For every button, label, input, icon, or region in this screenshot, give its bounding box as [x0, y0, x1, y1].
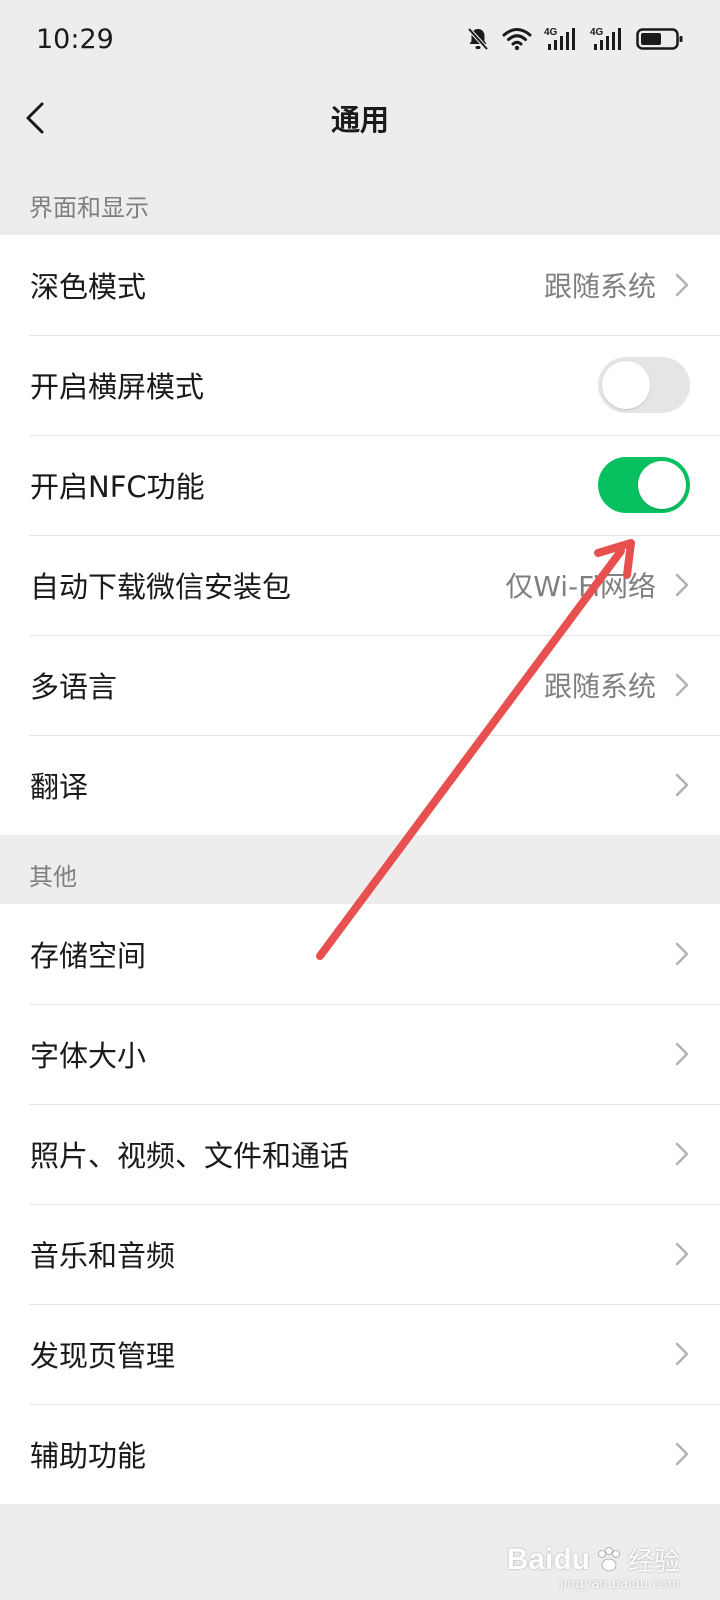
section-header-other: 其他	[29, 863, 77, 891]
row-label: 发现页管理	[30, 1339, 176, 1373]
row-label: 开启NFC功能	[30, 470, 205, 504]
nfc-toggle[interactable]	[598, 457, 690, 513]
row-font-size[interactable]: 字体大小	[0, 1004, 720, 1104]
chevron-right-icon	[675, 1142, 689, 1166]
settings-group-other: 存储空间 字体大小 照片、视频、文件和通话 音乐和音频 发现页管理 辅助功能	[0, 904, 720, 1504]
nav-bar: 通用	[0, 78, 720, 158]
row-value: 跟随系统	[543, 270, 656, 303]
chevron-left-icon	[26, 102, 44, 134]
chevron-right-icon	[675, 1042, 689, 1066]
svg-text:4G: 4G	[544, 27, 558, 38]
wifi-icon	[502, 27, 532, 51]
bell-muted-icon	[466, 26, 490, 52]
back-button[interactable]	[24, 96, 64, 140]
paw-icon	[598, 1546, 620, 1571]
row-label: 音乐和音频	[30, 1239, 176, 1273]
chevron-right-icon	[675, 1242, 689, 1266]
chevron-right-icon	[675, 273, 689, 297]
status-time: 10:29	[36, 23, 114, 55]
row-label: 自动下载微信安装包	[30, 570, 292, 604]
chevron-right-icon	[675, 573, 689, 597]
row-label: 字体大小	[30, 1039, 147, 1073]
chevron-right-icon	[675, 942, 689, 966]
watermark-brand: Baidu	[506, 1542, 590, 1576]
row-language[interactable]: 多语言 跟随系统	[0, 635, 720, 735]
row-translate[interactable]: 翻译	[0, 735, 720, 835]
status-icons: 4G 4G	[466, 26, 684, 52]
row-value: 仅Wi-Fi网络	[505, 570, 656, 603]
row-label: 存储空间	[30, 939, 147, 973]
row-discover-management[interactable]: 发现页管理	[0, 1304, 720, 1404]
chevron-right-icon	[675, 773, 689, 797]
toggle-knob	[638, 461, 686, 509]
row-storage[interactable]: 存储空间	[0, 904, 720, 1004]
section-header-display: 界面和显示	[29, 194, 149, 222]
row-landscape-mode: 开启横屏模式	[0, 335, 720, 435]
row-dark-mode[interactable]: 深色模式 跟随系统	[0, 235, 720, 335]
watermark-url: jingyan.baidu.com	[560, 1577, 680, 1592]
row-accessibility[interactable]: 辅助功能	[0, 1404, 720, 1504]
chevron-right-icon	[675, 1442, 689, 1466]
row-label: 多语言	[30, 670, 118, 704]
row-label: 开启横屏模式	[30, 370, 205, 404]
row-auto-download[interactable]: 自动下载微信安装包 仅Wi-Fi网络	[0, 535, 720, 635]
signal-4g-icon: 4G	[544, 26, 578, 52]
row-label: 照片、视频、文件和通话	[30, 1139, 350, 1173]
row-label: 辅助功能	[30, 1439, 147, 1473]
settings-group-display: 深色模式 跟随系统 开启横屏模式 开启NFC功能 自动下载微信安装包 仅Wi-F…	[0, 235, 720, 835]
row-label: 深色模式	[30, 270, 147, 304]
toggle-knob	[602, 361, 650, 409]
svg-text:4G: 4G	[590, 27, 604, 38]
watermark-sub: 经验	[627, 1547, 680, 1577]
signal-4g-icon: 4G	[590, 26, 624, 52]
battery-icon	[636, 26, 684, 52]
row-music-audio[interactable]: 音乐和音频	[0, 1204, 720, 1304]
chevron-right-icon	[675, 673, 689, 697]
row-label: 翻译	[30, 770, 89, 804]
chevron-right-icon	[675, 1342, 689, 1366]
row-nfc: 开启NFC功能	[0, 435, 720, 535]
row-value: 跟随系统	[543, 670, 656, 703]
page-title: 通用	[330, 103, 389, 137]
row-media-files-calls[interactable]: 照片、视频、文件和通话	[0, 1104, 720, 1204]
watermark: Baidu 经验 jingyan.baidu.com	[506, 1541, 680, 1593]
status-bar: 10:29 4G 4G	[0, 0, 720, 78]
landscape-mode-toggle[interactable]	[598, 357, 690, 413]
